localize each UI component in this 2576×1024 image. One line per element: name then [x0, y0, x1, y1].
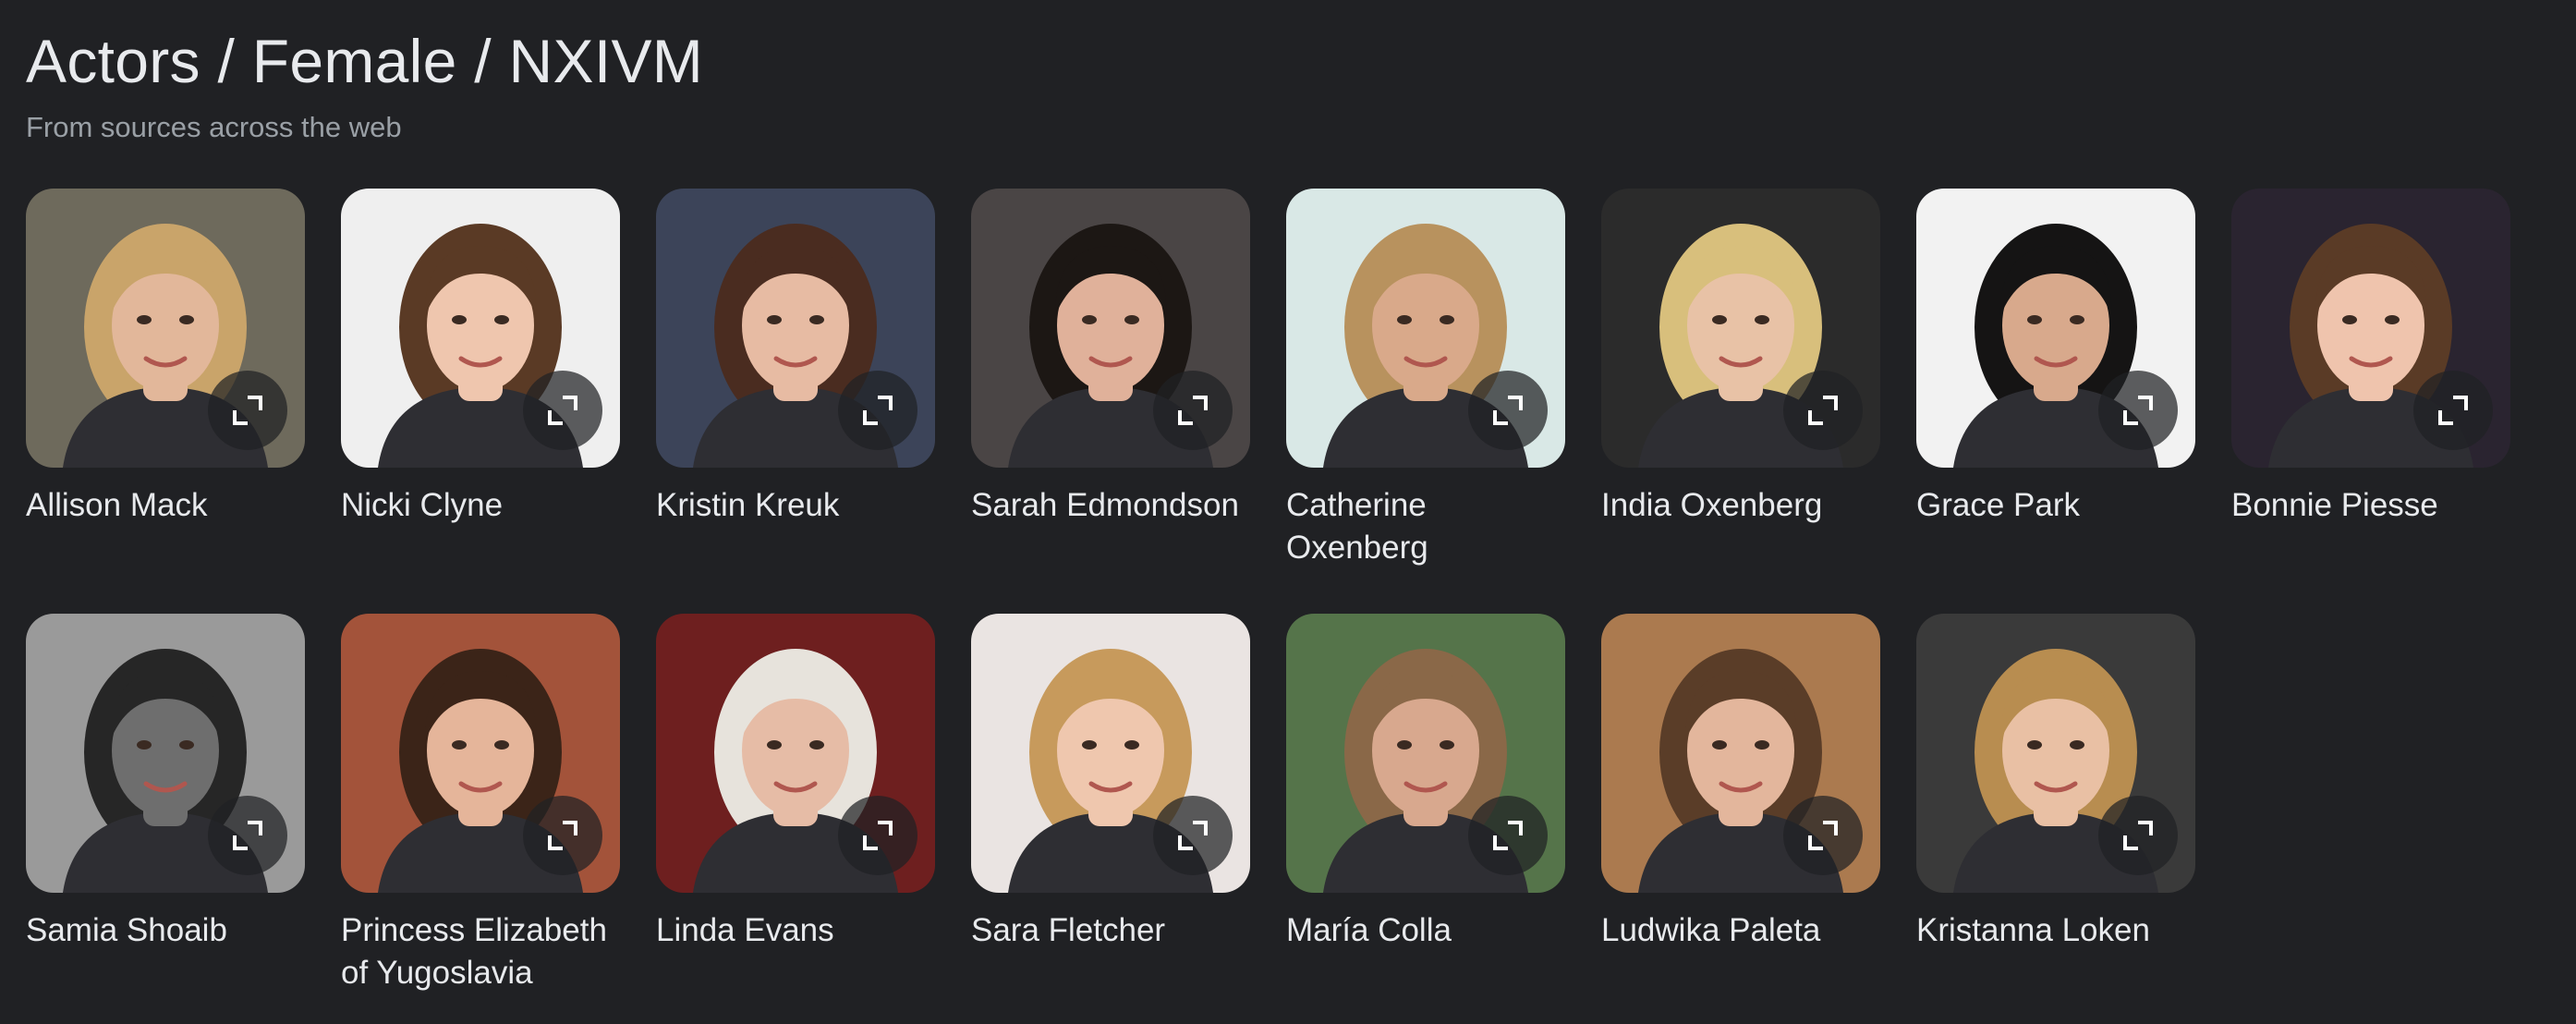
expand-button[interactable]	[2098, 371, 2178, 450]
expand-icon	[863, 821, 893, 850]
expand-icon	[548, 396, 577, 425]
person-thumbnail[interactable]	[26, 189, 305, 468]
person-name[interactable]: Samia Shoaib	[26, 909, 305, 952]
person-card[interactable]: Catherine Oxenberg	[1286, 189, 1565, 614]
person-thumbnail[interactable]	[1601, 189, 1880, 468]
people-grid: Allison Mack Nicki Clyne Kristin Kreuk S…	[26, 189, 2510, 1024]
knowledge-panel: Actors / Female / NXIVM From sources acr…	[0, 0, 2576, 1024]
expand-icon	[863, 396, 893, 425]
person-card[interactable]: Kristin Kreuk	[656, 189, 935, 614]
person-name[interactable]: María Colla	[1286, 909, 1565, 952]
person-name[interactable]: Nicki Clyne	[341, 484, 620, 527]
expand-icon	[1178, 821, 1208, 850]
person-card[interactable]: Linda Evans	[656, 614, 935, 1024]
expand-button[interactable]	[1468, 371, 1548, 450]
expand-button[interactable]	[1468, 796, 1548, 875]
person-thumbnail[interactable]	[1916, 614, 2195, 893]
person-name[interactable]: Sarah Edmondson	[971, 484, 1250, 527]
expand-icon	[233, 396, 262, 425]
expand-button[interactable]	[1783, 796, 1863, 875]
person-thumbnail[interactable]	[1601, 614, 1880, 893]
expand-button[interactable]	[208, 371, 287, 450]
person-card[interactable]: Ludwika Paleta	[1601, 614, 1880, 1024]
person-name[interactable]: Ludwika Paleta	[1601, 909, 1880, 952]
person-thumbnail[interactable]	[341, 189, 620, 468]
person-card[interactable]: Grace Park	[1916, 189, 2195, 614]
expand-icon	[2123, 821, 2153, 850]
person-name[interactable]: India Oxenberg	[1601, 484, 1880, 527]
person-thumbnail[interactable]	[26, 614, 305, 893]
expand-button[interactable]	[1153, 371, 1233, 450]
expand-icon	[233, 821, 262, 850]
person-name[interactable]: Allison Mack	[26, 484, 305, 527]
page-title: Actors / Female / NXIVM	[26, 27, 704, 95]
person-card[interactable]: Samia Shoaib	[26, 614, 305, 1024]
expand-icon	[1493, 821, 1523, 850]
person-thumbnail[interactable]	[971, 189, 1250, 468]
person-name[interactable]: Grace Park	[1916, 484, 2195, 527]
expand-button[interactable]	[838, 371, 917, 450]
person-thumbnail[interactable]	[656, 189, 935, 468]
expand-icon	[1808, 396, 1838, 425]
expand-icon	[1808, 821, 1838, 850]
page-subtitle: From sources across the web	[26, 111, 402, 143]
person-name[interactable]: Linda Evans	[656, 909, 935, 952]
person-name[interactable]: Kristin Kreuk	[656, 484, 935, 527]
expand-button[interactable]	[2413, 371, 2493, 450]
person-thumbnail[interactable]	[656, 614, 935, 893]
person-card[interactable]: Allison Mack	[26, 189, 305, 614]
expand-icon	[548, 821, 577, 850]
person-name[interactable]: Sara Fletcher	[971, 909, 1250, 952]
person-card[interactable]: Princess Elizabeth of Yugoslavia	[341, 614, 620, 1024]
person-card[interactable]: Kristanna Loken	[1916, 614, 2195, 1024]
expand-button[interactable]	[2098, 796, 2178, 875]
expand-button[interactable]	[1783, 371, 1863, 450]
person-thumbnail[interactable]	[2231, 189, 2510, 468]
person-card[interactable]: Sara Fletcher	[971, 614, 1250, 1024]
person-thumbnail[interactable]	[1286, 614, 1565, 893]
person-card[interactable]: María Colla	[1286, 614, 1565, 1024]
person-card[interactable]: Nicki Clyne	[341, 189, 620, 614]
expand-button[interactable]	[208, 796, 287, 875]
expand-button[interactable]	[523, 796, 602, 875]
person-card[interactable]: India Oxenberg	[1601, 189, 1880, 614]
person-thumbnail[interactable]	[341, 614, 620, 893]
person-card[interactable]: Sarah Edmondson	[971, 189, 1250, 614]
person-thumbnail[interactable]	[1916, 189, 2195, 468]
person-thumbnail[interactable]	[1286, 189, 1565, 468]
person-name[interactable]: Princess Elizabeth of Yugoslavia	[341, 909, 620, 994]
expand-icon	[1178, 396, 1208, 425]
expand-icon	[1493, 396, 1523, 425]
expand-button[interactable]	[523, 371, 602, 450]
expand-button[interactable]	[838, 796, 917, 875]
person-name[interactable]: Catherine Oxenberg	[1286, 484, 1565, 569]
person-card[interactable]: Bonnie Piesse	[2231, 189, 2510, 614]
person-thumbnail[interactable]	[971, 614, 1250, 893]
expand-icon	[2438, 396, 2468, 425]
expand-button[interactable]	[1153, 796, 1233, 875]
person-name[interactable]: Bonnie Piesse	[2231, 484, 2510, 527]
person-name[interactable]: Kristanna Loken	[1916, 909, 2195, 952]
expand-icon	[2123, 396, 2153, 425]
